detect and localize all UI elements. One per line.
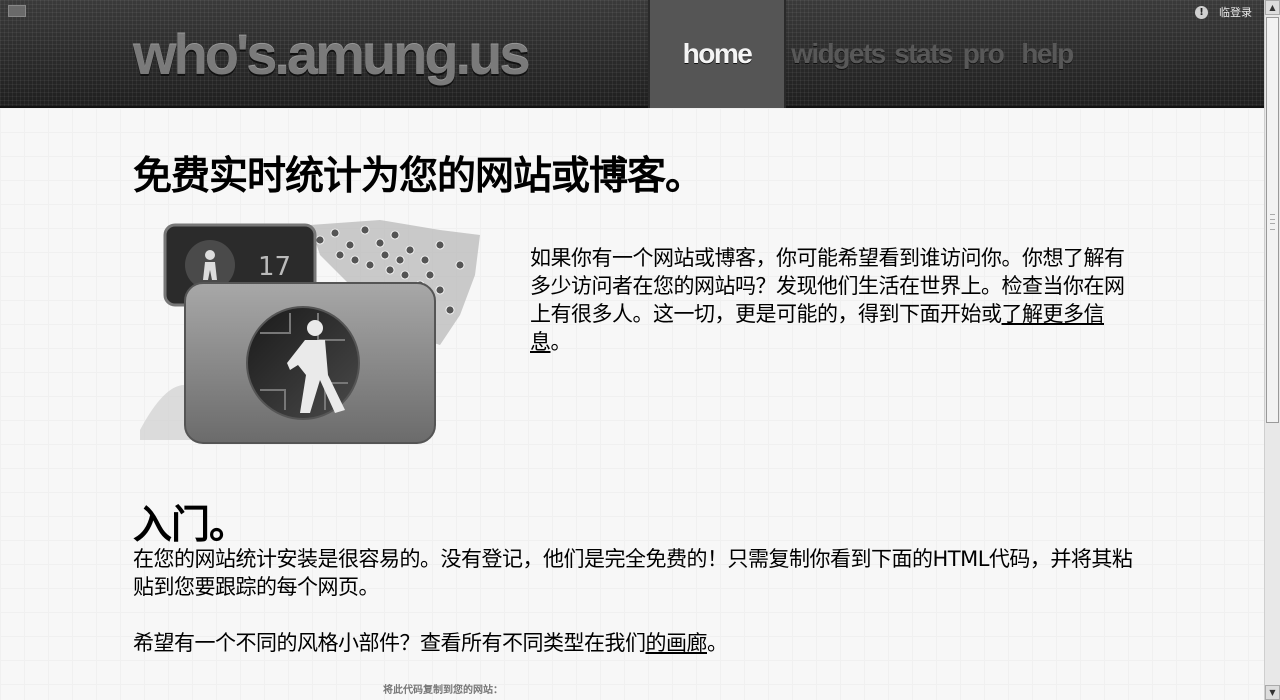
nav-widgets[interactable]: widgets (786, 0, 890, 108)
scroll-down-arrow-icon[interactable]: ▼ (1265, 685, 1280, 700)
intro-text-end: 。 (550, 330, 572, 354)
folder-icon (184, 282, 436, 444)
main-nav: home widgets stats pro help (648, 0, 1078, 108)
intro-paragraph: 如果你有一个网站或博客，你可能希望看到谁访问你。你想了解有多少访问者在您的网站吗… (530, 244, 1135, 356)
gallery-link[interactable]: 的画廊 (646, 631, 708, 655)
login-link[interactable]: ! 临登录 (1195, 4, 1252, 20)
scroll-thumb[interactable] (1266, 17, 1279, 423)
svg-text:17: 17 (258, 252, 291, 282)
site-header: who's.amung.us home widgets stats pro he… (0, 0, 1264, 108)
widgets-text: 希望有一个不同的风格小部件？查看所有不同类型在我们 (133, 631, 646, 655)
copy-code-label: 将此代码复制到您的网站： (383, 685, 503, 696)
page-headline: 免费实时统计为您的网站或博客。 (133, 154, 704, 199)
nav-home[interactable]: home (648, 0, 786, 108)
widgets-text-end: 。 (707, 631, 728, 655)
nav-help[interactable]: help (1016, 0, 1078, 108)
getting-started-title: 入门。 (133, 503, 248, 548)
vertical-scrollbar[interactable]: ▲ ▼ (1264, 0, 1280, 700)
window-menu-icon[interactable] (8, 5, 26, 17)
grip-icon (1270, 214, 1275, 230)
site-logo[interactable]: who's.amung.us (133, 22, 530, 87)
scroll-up-arrow-icon[interactable]: ▲ (1265, 0, 1280, 15)
nav-stats[interactable]: stats (894, 0, 953, 108)
widgets-paragraph: 希望有一个不同的风格小部件？查看所有不同类型在我们的画廊。 (133, 629, 728, 657)
install-paragraph: 在您的网站统计安装是很容易的。没有登记，他们是完全免费的！只需复制你看到下面的H… (133, 547, 1133, 599)
nav-pro[interactable]: pro (958, 0, 1008, 108)
login-label: 临登录 (1219, 6, 1252, 19)
hero-illustration: 17 (140, 220, 480, 444)
info-icon: ! (1195, 5, 1208, 19)
